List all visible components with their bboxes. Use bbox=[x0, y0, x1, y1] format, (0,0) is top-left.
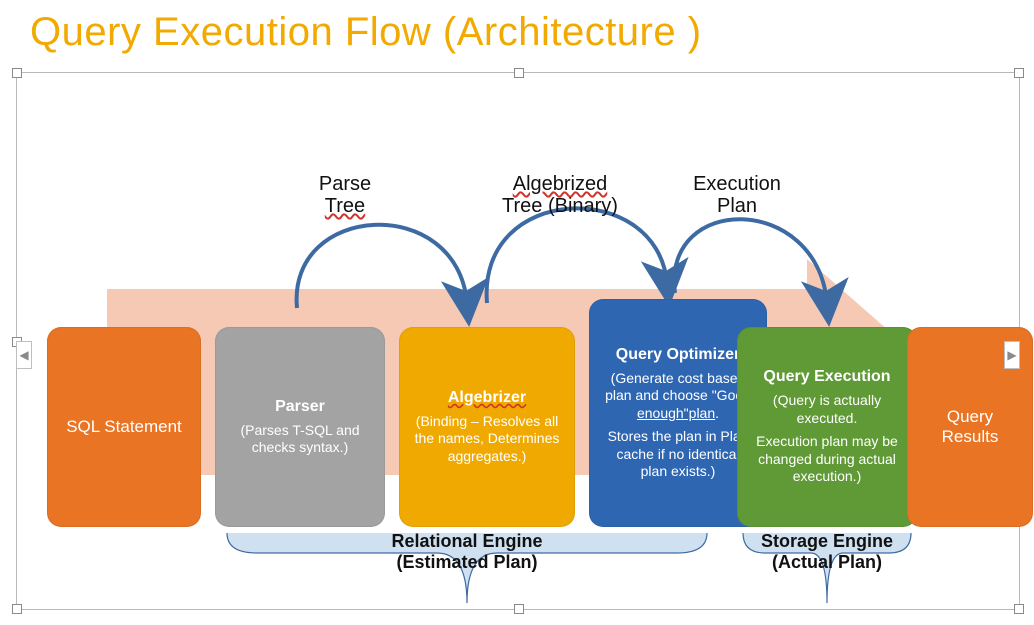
box-sql-statement: SQL Statement bbox=[47, 327, 201, 527]
box-text: (Query is actually executed. bbox=[751, 392, 903, 427]
page-title: Query Execution Flow (Architecture ) bbox=[30, 10, 702, 55]
box-heading: Algebrizer bbox=[413, 389, 561, 407]
arc-label-execution-plan: Execution Plan bbox=[677, 173, 797, 217]
selection-handle[interactable] bbox=[12, 604, 22, 614]
diagram-frame: ◀ ▶ Parse Tree Algebrized Tree (Bina bbox=[16, 72, 1020, 610]
arc-label-algebrized-tree: Algebrized Tree (Binary) bbox=[485, 173, 635, 217]
box-text: Execution plan may be changed during act… bbox=[751, 433, 903, 486]
box-label: SQL Statement bbox=[61, 417, 187, 437]
brace-label-relational: Relational Engine (Estimated Plan) bbox=[357, 531, 577, 572]
selection-handle[interactable] bbox=[514, 68, 524, 78]
box-label: Query Results bbox=[921, 407, 1019, 447]
prev-tab-icon[interactable]: ◀ bbox=[16, 341, 32, 369]
box-text: (Generate cost based plan and choose "Go… bbox=[603, 370, 753, 423]
selection-handle[interactable] bbox=[1014, 604, 1024, 614]
box-text: (Parses T-SQL and checks syntax.) bbox=[229, 422, 371, 457]
box-text: Stores the plan in Plan cache if no iden… bbox=[603, 428, 753, 481]
selection-handle[interactable] bbox=[12, 68, 22, 78]
selection-handle[interactable] bbox=[1014, 68, 1024, 78]
box-heading: Query Execution bbox=[751, 368, 903, 386]
box-algebrizer: Algebrizer (Binding – Resolves all the n… bbox=[399, 327, 575, 527]
next-tab-icon[interactable]: ▶ bbox=[1004, 341, 1020, 369]
brace-label-storage: Storage Engine (Actual Plan) bbox=[717, 531, 937, 572]
box-parser: Parser (Parses T-SQL and checks syntax.) bbox=[215, 327, 385, 527]
box-heading: Query Optimizer bbox=[603, 346, 753, 364]
box-heading: Parser bbox=[229, 398, 371, 416]
arc-label-parse-tree: Parse Tree bbox=[300, 173, 390, 217]
box-query-execution: Query Execution (Query is actually execu… bbox=[737, 327, 917, 527]
box-text: (Binding – Resolves all the names, Deter… bbox=[413, 413, 561, 466]
